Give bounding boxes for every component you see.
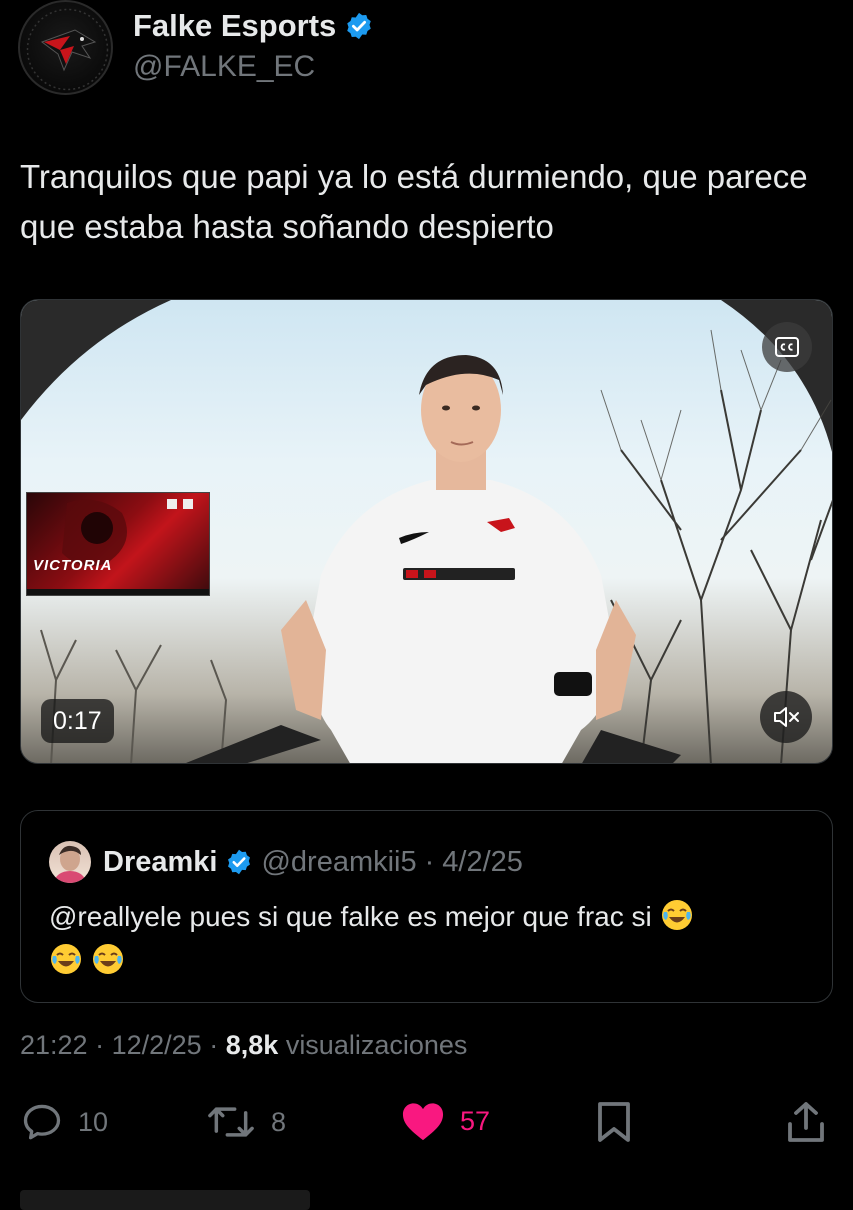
tweet-date[interactable]: 12/2/25 <box>112 1030 202 1060</box>
like-button[interactable]: 57 <box>400 1100 490 1142</box>
quoted-tweet-text: @reallyele pues si que falke es mejor qu… <box>49 895 809 983</box>
meta-separator: · <box>95 1030 105 1060</box>
inset-title: VICTORIA <box>33 557 113 574</box>
author-handle[interactable]: @FALKE_EC <box>133 50 315 84</box>
quoted-tweet[interactable]: Dreamki @dreamkii5 · 4/2/25 @reallyele p… <box>20 810 833 1003</box>
bookmark-button[interactable] <box>596 1100 632 1144</box>
quoted-avatar-image <box>53 845 87 883</box>
meta-separator: · <box>209 1030 219 1060</box>
quoted-author-name: Dreamki <box>103 845 218 878</box>
tweet-meta: 21:22 · 12/2/25 · 8,8k visualizaciones <box>20 1030 467 1061</box>
verified-badge-icon <box>347 12 372 40</box>
author-display-name[interactable]: Falke Esports <box>133 8 336 44</box>
next-content-cutoff <box>20 1190 310 1210</box>
reply-icon <box>23 1104 61 1140</box>
closed-captions-button[interactable] <box>762 322 812 372</box>
quoted-date: 4/2/25 <box>442 845 523 878</box>
inset-thumbnail: VICTORIA <box>26 492 210 596</box>
volume-muted-icon <box>774 707 799 727</box>
inset-graphic <box>27 499 209 595</box>
video-duration: 0:17 <box>41 699 114 743</box>
like-count: 57 <box>460 1105 491 1136</box>
tweet-time[interactable]: 21:22 <box>20 1030 88 1060</box>
heart-filled-icon <box>402 1103 444 1141</box>
retweet-count: 8 <box>271 1106 287 1137</box>
laughing-tears-emoji-icon <box>51 944 81 974</box>
author-name-row: Falke Esports <box>133 8 374 44</box>
quoted-tweet-body: @reallyele pues si que falke es mejor qu… <box>49 901 652 932</box>
quoted-author-avatar <box>49 841 91 883</box>
quoted-separator: · <box>424 845 435 878</box>
closed-captions-icon <box>775 337 799 357</box>
video-player[interactable]: VICTORIA 0:17 <box>20 299 833 764</box>
retweet-icon <box>208 1107 254 1137</box>
verified-badge-icon <box>228 849 251 875</box>
reply-count: 10 <box>78 1106 109 1137</box>
tweet-actions: 10 8 57 <box>20 1100 833 1146</box>
bookmark-icon <box>598 1102 630 1142</box>
tweet-text: Tranquilos que papi ya lo está durmiendo… <box>20 158 808 245</box>
share-button[interactable] <box>786 1100 826 1144</box>
falcon-logo-icon <box>26 8 109 91</box>
tweet-header: Falke Esports @FALKE_EC <box>18 0 838 100</box>
views-label: visualizaciones <box>285 1030 468 1060</box>
laughing-tears-emoji-icon <box>92 944 123 974</box>
view-count: 8,8k <box>225 1030 279 1060</box>
author-avatar[interactable] <box>18 0 113 95</box>
quoted-tweet-header: Dreamki @dreamkii5 · 4/2/25 <box>49 841 523 883</box>
retweet-button[interactable]: 8 <box>205 1100 286 1144</box>
laughing-tears-emoji-icon <box>661 900 692 930</box>
quoted-author-handle: @dreamkii5 <box>261 845 417 878</box>
share-icon <box>788 1102 824 1142</box>
reply-button[interactable]: 10 <box>20 1100 108 1144</box>
unmute-button[interactable] <box>760 691 812 743</box>
